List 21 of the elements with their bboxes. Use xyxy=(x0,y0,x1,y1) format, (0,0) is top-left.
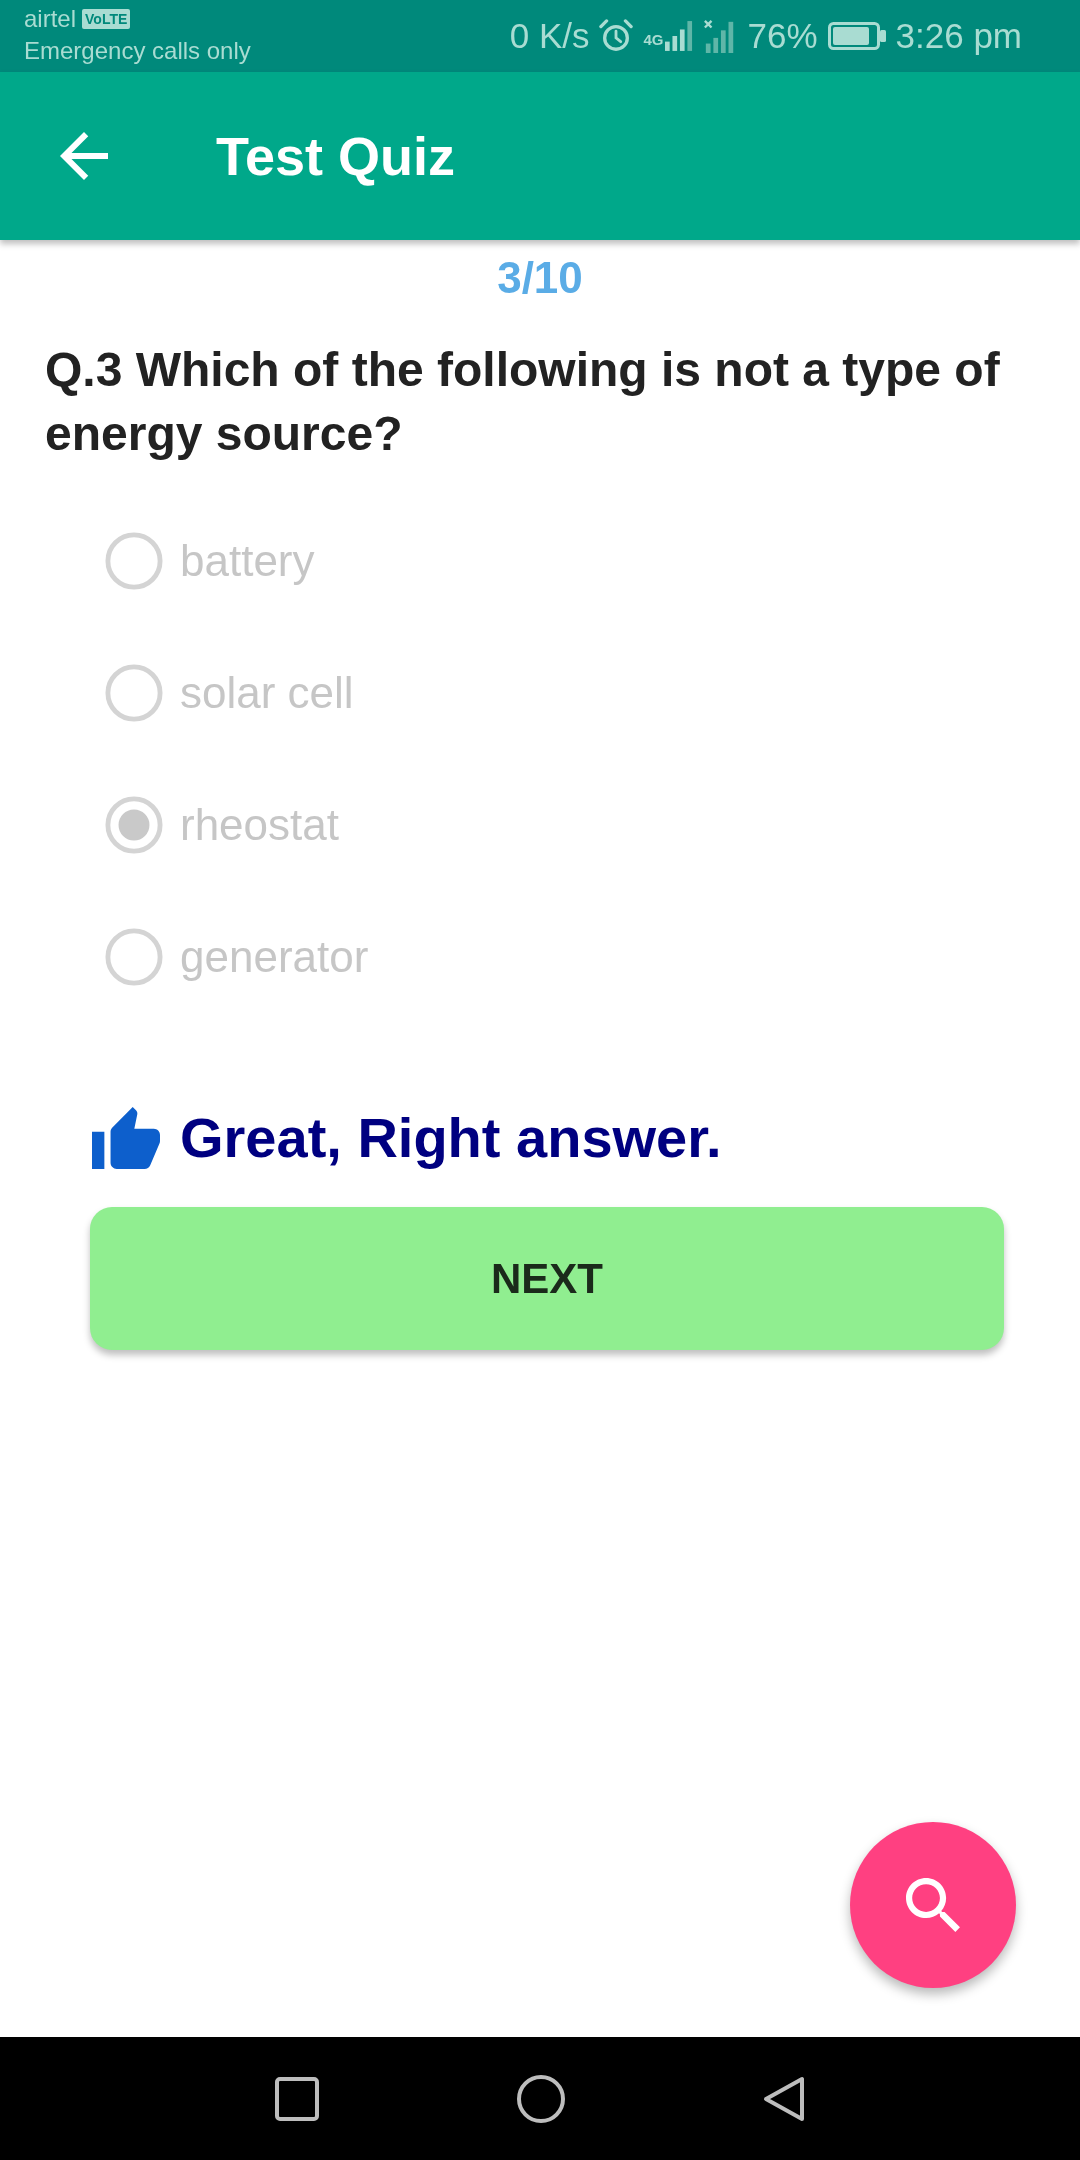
back-icon[interactable] xyxy=(762,2074,806,2123)
battery-percent: 76% xyxy=(747,16,818,56)
battery-icon xyxy=(827,22,886,50)
signal-bars-icon xyxy=(665,20,694,52)
recent-apps-icon[interactable] xyxy=(274,2075,320,2122)
back-button[interactable] xyxy=(60,132,108,180)
network-type-label: 4G xyxy=(643,32,664,48)
screen-title: Test Quiz xyxy=(216,125,456,188)
question-text: Q.3 Which of the following is not a type of energy source? xyxy=(45,342,1001,462)
network-status-text: Emergency calls only xyxy=(24,37,251,65)
feedback-message: Great, Right answer. xyxy=(180,1105,722,1171)
data-speed-text: 0 K/s xyxy=(509,16,590,56)
next-button[interactable]: NEXT xyxy=(90,1207,1004,1350)
alarm-clock-icon xyxy=(599,19,634,53)
clock-time: 3:26 pm xyxy=(895,16,1022,56)
search-icon xyxy=(906,1878,960,1932)
back-arrow-icon xyxy=(60,132,108,180)
home-icon[interactable] xyxy=(516,2073,566,2124)
volte-badge: VoLTE xyxy=(82,9,131,29)
carrier-name: airtel xyxy=(24,5,77,33)
question-counter: 3/10 xyxy=(497,252,583,304)
